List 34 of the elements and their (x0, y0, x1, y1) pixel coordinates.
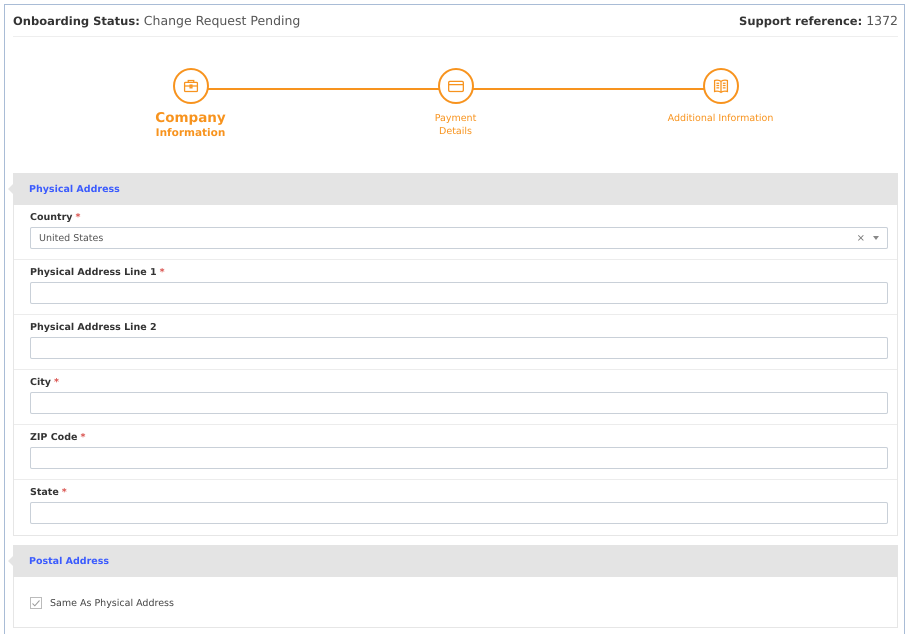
status-label: Onboarding Status: (13, 14, 140, 28)
status-value: Change Request Pending (144, 13, 300, 28)
required-mark: * (160, 267, 165, 278)
section-title: Postal Address (29, 556, 110, 566)
required-mark: * (80, 432, 86, 443)
field-label: Physical Address Line 2 (30, 322, 157, 333)
input-field[interactable] (30, 282, 888, 304)
field-label: ZIP Code (30, 432, 78, 443)
caret-icon[interactable] (873, 236, 879, 240)
step-label[interactable]: Company Information (155, 109, 226, 140)
field-label: Country (30, 212, 72, 223)
step-card-icon[interactable] (438, 68, 474, 104)
input-field[interactable] (30, 447, 888, 469)
step-label[interactable]: Payment Details (434, 112, 476, 138)
checkbox[interactable] (30, 597, 42, 609)
country-select[interactable]: United States × (30, 227, 888, 249)
field-label: City (30, 377, 51, 388)
field-label: Physical Address Line 1 (30, 267, 157, 278)
reference-value: 1372 (866, 13, 898, 28)
required-mark: * (75, 212, 80, 223)
input-field[interactable] (30, 337, 888, 359)
select-value: United States (39, 232, 104, 244)
clear-button[interactable]: × (856, 232, 865, 244)
step-label[interactable]: Additional Information (668, 112, 774, 125)
step-briefcase-icon[interactable] (172, 68, 208, 104)
input-field[interactable] (30, 502, 888, 524)
reference-label: Support reference: (739, 14, 862, 28)
field-label: State (30, 487, 59, 498)
input-field[interactable] (30, 392, 888, 414)
required-mark: * (54, 377, 59, 388)
required-mark: * (62, 487, 67, 498)
checkbox-label: Same As Physical Address (50, 598, 174, 608)
section-title: Physical Address (29, 184, 120, 194)
step-book-icon[interactable] (702, 68, 738, 104)
